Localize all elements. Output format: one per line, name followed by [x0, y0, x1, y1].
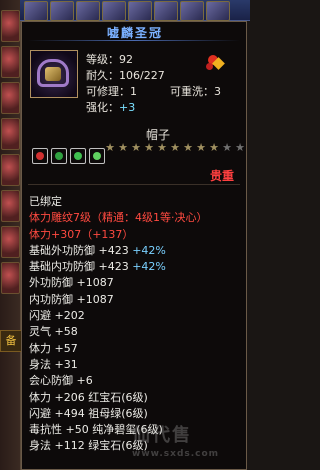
section-divider — [28, 184, 240, 185]
top-icon[interactable] — [76, 1, 100, 21]
top-icon[interactable] — [102, 1, 126, 21]
stat-line: 外功防御 +1087 — [29, 276, 114, 290]
stat-line: 已绑定 — [29, 195, 62, 208]
star-icon: ★ — [157, 141, 167, 154]
stat-line-text: 基础外功防御 +423 — [29, 243, 133, 257]
green-socket-icon — [51, 148, 67, 164]
star-icon: ★ — [131, 141, 141, 154]
skill-icon[interactable] — [1, 118, 20, 150]
red-socket-icon — [32, 148, 48, 164]
star-icon: ★ — [105, 141, 115, 154]
stat-line: 会心防御 +6 — [29, 374, 93, 388]
equip-side-label[interactable]: 备 — [0, 330, 22, 352]
crown-gem-icon — [45, 67, 61, 81]
top-icon[interactable] — [50, 1, 74, 21]
green-socket-icon — [70, 148, 86, 164]
stat-line: 基础内功防御 +423 +42% — [29, 259, 245, 275]
item-icon-frame — [30, 50, 78, 98]
skill-icon[interactable] — [1, 82, 20, 114]
top-icon[interactable] — [180, 1, 204, 21]
top-icon[interactable] — [154, 1, 178, 21]
title-divider — [28, 40, 240, 41]
item-repairable: 可修理：1 — [86, 85, 137, 98]
item-grade: 贵重 — [210, 169, 235, 183]
star-icon: ★ — [196, 141, 206, 154]
item-enhance: 强化：+3 — [86, 101, 135, 115]
gem-sockets — [32, 148, 105, 164]
stat-line: 体力 +206 红宝石(6级) — [29, 390, 148, 404]
stat-line: 体力+307（+137） — [29, 227, 134, 241]
stat-line: 体力 +57 — [29, 341, 78, 355]
star-icon: ★ — [235, 141, 245, 154]
star-rating: ★ ★ ★ ★ ★ ★ ★ ★ ★ ★ ★ — [104, 142, 246, 154]
star-icon: ★ — [209, 141, 219, 154]
stat-line: 闪避 +494 祖母绿(6级) — [29, 406, 148, 420]
skill-icon[interactable] — [1, 226, 20, 258]
item-tooltip: 嘘麟圣冠 等级：92 耐久：106/227 可修理：1 可重洗：3 强化：+3 … — [21, 21, 247, 470]
star-icon: ★ — [144, 141, 154, 154]
stat-line: 灵气 +58 — [29, 325, 78, 339]
skill-icon[interactable] — [1, 10, 20, 42]
top-icon[interactable] — [206, 1, 230, 21]
star-icon: ★ — [170, 141, 180, 154]
fire-gem-icon — [206, 53, 225, 71]
skill-icon[interactable] — [1, 262, 20, 294]
stat-line: 闪避 +202 — [29, 309, 85, 323]
stat-line-text: 基础内功防御 +423 — [29, 260, 133, 274]
top-icon[interactable] — [24, 1, 48, 21]
top-toolbar — [20, 0, 250, 21]
stat-line: 体力雕纹7级（精通：4级1等·决心） — [29, 211, 208, 225]
top-icon[interactable] — [128, 1, 152, 21]
green-socket-icon — [89, 148, 105, 164]
stat-line: 基础外功防御 +423 +42% — [29, 243, 245, 259]
enhance-value: +3 — [119, 101, 136, 114]
left-icon-strip: 备 — [0, 0, 22, 470]
stat-lines: 已绑定体力雕纹7级（精通：4级1等·决心） 体力+307（+137） 基础外功防御 … — [29, 194, 245, 455]
item-rewashable: 可重洗：3 — [170, 85, 221, 98]
star-icon: ★ — [183, 141, 193, 154]
stat-line-bonus: +42% — [132, 260, 166, 274]
skill-icon[interactable] — [1, 46, 20, 78]
watermark-url: www.sxds.com — [132, 449, 220, 459]
star-icon: ★ — [222, 141, 232, 154]
enhance-label: 强化： — [86, 101, 119, 114]
item-level: 等级：92 — [86, 53, 133, 66]
stat-line-bonus: +42% — [132, 243, 166, 257]
stat-line: 内功防御 +1087 — [29, 292, 114, 306]
skill-icon[interactable] — [1, 190, 20, 222]
watermark-text: 仙代售 — [132, 425, 192, 446]
star-icon: ★ — [118, 141, 128, 154]
stat-line: 身法 +31 — [29, 357, 78, 371]
item-title: 嘘麟圣冠 — [106, 26, 163, 40]
item-durability: 耐久：106/227 — [86, 69, 165, 82]
watermark: 仙代售 www.sxds.com — [132, 421, 242, 461]
skill-icon[interactable] — [1, 154, 20, 186]
